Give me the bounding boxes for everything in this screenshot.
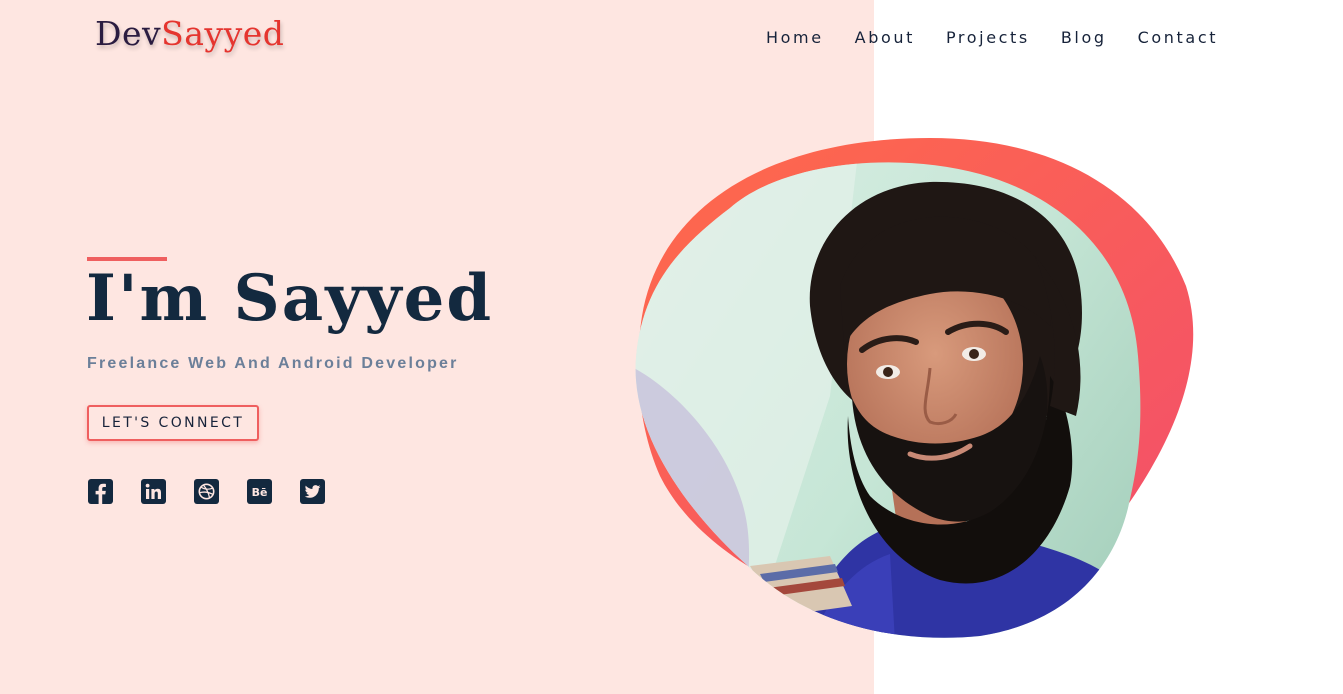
nav-blog[interactable]: Blog	[1061, 28, 1107, 48]
lets-connect-button[interactable]: LET'S CONNECT	[87, 405, 259, 441]
linkedin-icon[interactable]	[141, 479, 166, 504]
logo-part-dev: Dev	[95, 14, 162, 53]
dribbble-icon[interactable]	[194, 479, 219, 504]
nav-contact[interactable]: Contact	[1138, 28, 1218, 48]
twitter-icon[interactable]	[300, 479, 325, 504]
nav-projects[interactable]: Projects	[946, 28, 1030, 48]
profile-blob-illustration	[635, 138, 1194, 638]
hero-title: I'm Sayyed	[86, 261, 494, 336]
svg-text:Bē: Bē	[252, 486, 268, 499]
facebook-icon[interactable]	[88, 479, 113, 504]
main-nav: Home About Projects Blog Contact	[766, 28, 1218, 48]
site-logo[interactable]: DevSayyed	[95, 14, 284, 54]
hero-subtitle: Freelance Web And Android Developer	[87, 355, 459, 372]
social-links: Bē	[88, 479, 325, 504]
behance-icon[interactable]: Bē	[247, 479, 272, 504]
nav-about[interactable]: About	[855, 28, 915, 48]
logo-part-name: Sayyed	[161, 14, 285, 53]
profile-photo	[630, 136, 1196, 642]
nav-home[interactable]: Home	[766, 28, 824, 48]
